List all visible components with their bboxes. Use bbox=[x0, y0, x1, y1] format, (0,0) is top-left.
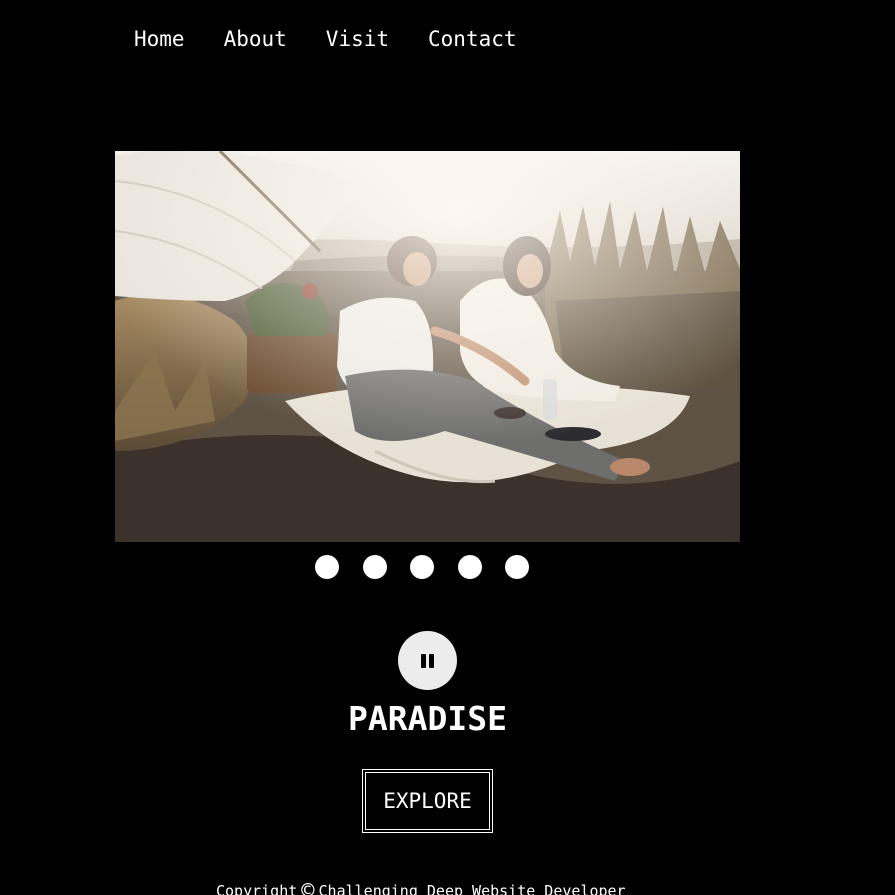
copyright-icon: © bbox=[301, 879, 315, 895]
footer-copyright: Copyright © Challenging Deep Website Devel… bbox=[216, 880, 626, 895]
nav-contact[interactable]: Contact bbox=[428, 26, 517, 52]
nav-home[interactable]: Home bbox=[134, 26, 185, 52]
main-nav: Home About Visit Contact bbox=[134, 26, 556, 52]
slider-dot-5[interactable] bbox=[505, 555, 529, 579]
footer-prefix: Copyright bbox=[216, 882, 298, 895]
slider-dot-1[interactable] bbox=[315, 555, 339, 579]
slideshow-image bbox=[115, 151, 740, 542]
slider-dot-3[interactable] bbox=[410, 555, 434, 579]
pause-button[interactable] bbox=[398, 631, 457, 690]
nav-visit[interactable]: Visit bbox=[326, 26, 389, 52]
pause-icon bbox=[421, 653, 434, 668]
slider-dots bbox=[315, 555, 529, 579]
hero-title: PARADISE bbox=[348, 699, 507, 738]
explore-label: EXPLORE bbox=[383, 789, 472, 813]
slider-dot-4[interactable] bbox=[457, 555, 482, 579]
nav-about[interactable]: About bbox=[224, 26, 287, 52]
page: Home About Visit Contact PARADISE EXPLOR… bbox=[0, 0, 895, 895]
slider-dot-2[interactable] bbox=[362, 555, 387, 579]
footer-text: Challenging Deep Website Developer bbox=[318, 882, 626, 895]
explore-button[interactable]: EXPLORE bbox=[362, 769, 493, 833]
